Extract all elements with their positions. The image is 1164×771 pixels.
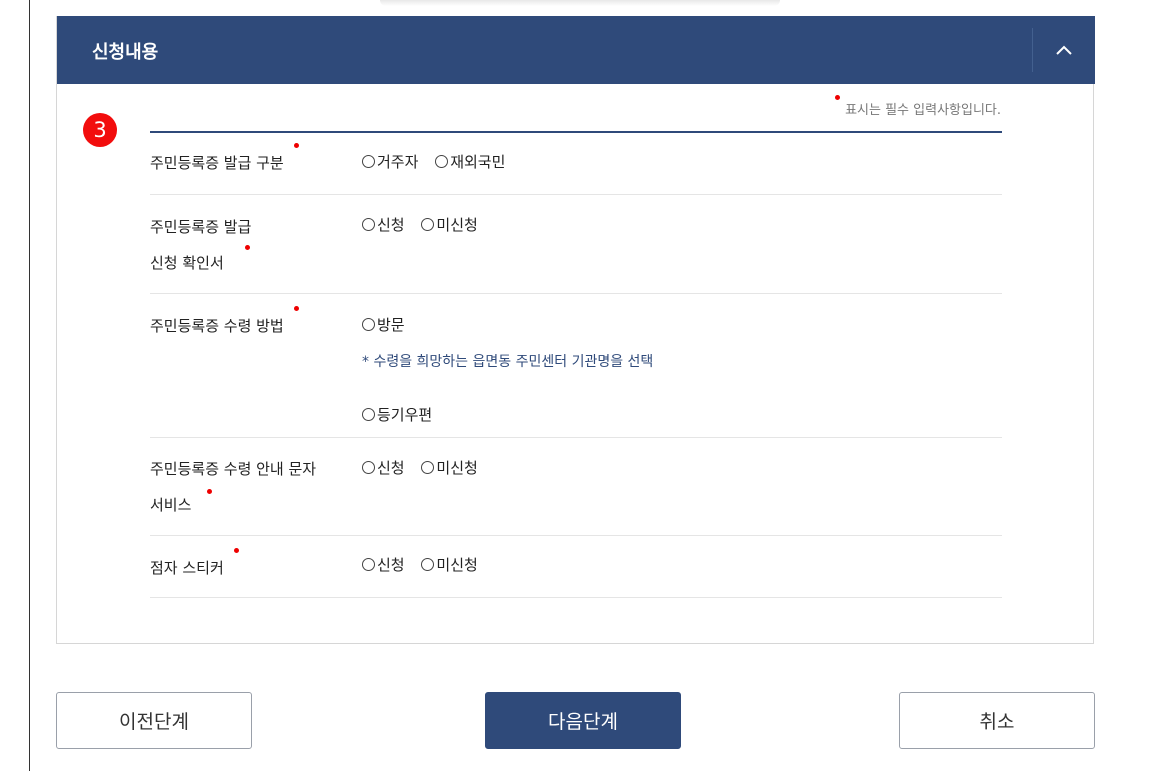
radio-circle-icon	[421, 461, 435, 474]
receive-method-hint: * 수령을 희망하는 읍면동 주민센터 기관명을 선택	[362, 354, 654, 370]
next-step-button[interactable]: 다음단계	[485, 692, 681, 749]
radio-sms-apply[interactable]: 신청	[362, 457, 405, 478]
form-row-sms-service: 주민등록증 수령 안내 문자 서비스 신청 미신청	[150, 438, 1002, 536]
form-row-confirmation: 주민등록증 발급 신청 확인서 신청 미신청	[150, 195, 1002, 294]
application-panel: 신청내용 3 표시는 필수 입력사항입니다. 주민등록증 발급 구분 거주자 재…	[56, 16, 1095, 644]
step-badge: 3	[83, 113, 117, 147]
form-row-braille-sticker: 점자 스티커 신청 미신청	[150, 536, 1002, 598]
radio-circle-icon	[362, 155, 375, 168]
radio-sms-not-apply[interactable]: 미신청	[421, 457, 478, 478]
form-row-receive-method: 주민등록증 수령 방법 방문 * 수령을 희망하는 읍면동 주민센터 기관명을 …	[150, 294, 1002, 438]
required-note-text: 표시는 필수 입력사항입니다.	[845, 103, 1001, 118]
radio-overseas-national[interactable]: 재외국민	[435, 151, 505, 172]
cancel-button[interactable]: 취소	[899, 692, 1095, 749]
radio-braille-apply[interactable]: 신청	[362, 554, 405, 575]
receive-method-label: 주민등록증 수령 방법	[150, 306, 299, 344]
collapse-button[interactable]	[1033, 16, 1095, 84]
confirmation-options: 신청 미신청	[362, 214, 490, 235]
issue-type-label: 주민등록증 발급 구분	[150, 143, 299, 181]
prev-step-button[interactable]: 이전단계	[56, 692, 252, 749]
chevron-up-icon	[1056, 45, 1072, 55]
panel-header: 신청내용	[57, 16, 1095, 84]
required-dot-icon	[207, 489, 212, 494]
radio-circle-icon	[362, 218, 375, 231]
radio-confirmation-apply[interactable]: 신청	[362, 214, 405, 235]
radio-circle-icon	[421, 218, 435, 231]
radio-braille-not-apply[interactable]: 미신청	[421, 554, 478, 575]
braille-sticker-options: 신청 미신청	[362, 554, 490, 575]
radio-registered-mail[interactable]: 등기우편	[362, 404, 444, 425]
form-row-issue-type: 주민등록증 발급 구분 거주자 재외국민	[150, 133, 1002, 195]
sms-service-options: 신청 미신청	[362, 457, 490, 478]
required-dot-icon	[245, 245, 250, 250]
top-shadow	[380, 0, 780, 6]
radio-circle-icon	[421, 558, 435, 571]
radio-confirmation-not-apply[interactable]: 미신청	[421, 214, 478, 235]
braille-sticker-label: 점자 스티커	[150, 548, 239, 586]
issue-type-options: 거주자 재외국민	[362, 151, 517, 172]
radio-circle-icon	[362, 558, 375, 571]
required-dot-icon	[835, 95, 841, 100]
required-dot-icon	[233, 548, 239, 553]
required-dot-icon	[293, 143, 299, 148]
sms-service-label: 주민등록증 수령 안내 문자 서비스	[150, 460, 317, 514]
radio-circle-icon	[435, 155, 449, 168]
required-note: 표시는 필수 입력사항입니다.	[835, 95, 1001, 118]
radio-circle-icon	[362, 318, 375, 331]
radio-circle-icon	[362, 408, 375, 421]
required-dot-icon	[293, 306, 299, 311]
radio-visit[interactable]: 방문	[362, 314, 417, 335]
panel-title: 신청내용	[92, 42, 159, 63]
radio-resident[interactable]: 거주자	[362, 151, 418, 172]
radio-circle-icon	[362, 461, 375, 474]
page-left-border	[29, 0, 30, 771]
confirmation-label: 주민등록증 발급 신청 확인서	[150, 218, 252, 272]
